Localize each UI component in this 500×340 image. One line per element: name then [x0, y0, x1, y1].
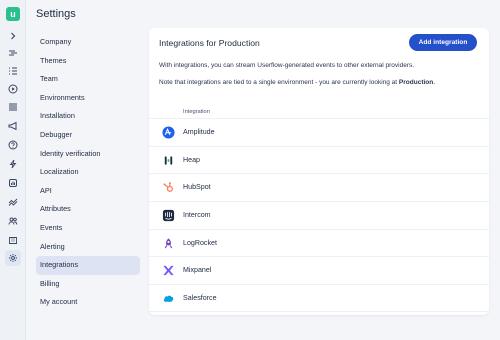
integration-row[interactable]: LogRocket	[149, 228, 489, 257]
menu-item-identity-verification[interactable]: Identity verification	[36, 145, 140, 164]
menu-item-environments[interactable]: Environments	[36, 89, 140, 108]
list-icon[interactable]	[5, 99, 21, 115]
menu-item-billing[interactable]: Billing	[36, 275, 140, 294]
column-header-integration: Integration	[183, 109, 210, 115]
environment-name: Production	[398, 79, 434, 86]
integration-row[interactable]: Mixpanel	[149, 256, 489, 284]
integrations-card: Integrations for Production Add integrat…	[149, 28, 489, 315]
menu-item-integrations[interactable]: Integrations	[36, 256, 140, 275]
menu-item-my-account[interactable]: My account	[36, 293, 140, 312]
integration-name: Mixpanel	[183, 266, 212, 275]
menu-item-debugger[interactable]: Debugger	[36, 126, 140, 145]
integration-name: Amplitude	[183, 128, 215, 136]
integrations-description: With integrations, you can stream Userfl…	[159, 62, 415, 69]
intercom-icon	[162, 209, 175, 222]
card-title: Integrations for Production	[159, 38, 260, 48]
logrocket-icon	[162, 237, 175, 250]
salesforce-icon	[162, 292, 175, 305]
menu-item-api[interactable]: API	[36, 182, 140, 201]
menu-item-team[interactable]: Team	[36, 70, 140, 89]
trend-icon[interactable]	[5, 194, 21, 210]
building-icon[interactable]	[5, 232, 21, 248]
integration-name: Intercom	[183, 211, 211, 220]
menu-item-attributes[interactable]: Attributes	[36, 200, 140, 219]
menu-item-alerting[interactable]: Alerting	[36, 238, 140, 257]
analytics-icon[interactable]	[5, 175, 21, 191]
flows-icon[interactable]	[5, 45, 21, 61]
add-integration-button[interactable]: Add integration	[409, 34, 477, 51]
users-icon[interactable]	[5, 213, 21, 229]
help-icon[interactable]	[5, 137, 21, 153]
integration-name: Heap	[183, 155, 200, 164]
menu-item-installation[interactable]: Installation	[36, 107, 140, 126]
menu-item-localization[interactable]: Localization	[36, 163, 140, 182]
menu-item-events[interactable]: Events	[36, 219, 140, 238]
integration-name: HubSpot	[183, 183, 211, 192]
integration-row[interactable]: Salesforce	[149, 284, 489, 312]
integration-name: LogRocket	[183, 238, 217, 247]
checklists-icon[interactable]	[5, 63, 21, 79]
icon-rail: u	[0, 0, 26, 340]
integration-row[interactable]: Amplitude	[149, 118, 489, 146]
integration-row[interactable]: HubSpot	[149, 173, 489, 201]
environment-note-end: .	[433, 79, 436, 86]
gear-icon[interactable]	[5, 250, 21, 266]
megaphone-icon[interactable]	[5, 118, 21, 134]
environment-note-text: Note that integrations are tied to a sin…	[159, 79, 399, 86]
integration-name: Salesforce	[183, 294, 217, 303]
bolt-icon[interactable]	[5, 156, 21, 172]
settings-title: Settings	[36, 8, 76, 20]
menu-item-themes[interactable]: Themes	[36, 52, 140, 71]
amplitude-icon	[162, 126, 175, 139]
heap-icon	[162, 154, 175, 167]
userflow-logo-icon[interactable]: u	[6, 7, 20, 21]
integrations-list: Amplitude Heap HubSpot Intercom LogRocke…	[149, 118, 489, 312]
play-icon[interactable]	[5, 81, 21, 97]
integration-row[interactable]: Heap	[149, 145, 489, 174]
hubspot-icon	[162, 181, 175, 194]
environment-note: Note that integrations are tied to a sin…	[159, 79, 435, 86]
mixpanel-icon	[162, 264, 175, 277]
chevron-right-icon[interactable]	[5, 28, 21, 44]
settings-menu: Company Themes Team Environments Install…	[36, 33, 140, 312]
menu-item-company[interactable]: Company	[36, 33, 140, 52]
integration-row[interactable]: Intercom	[149, 201, 489, 229]
